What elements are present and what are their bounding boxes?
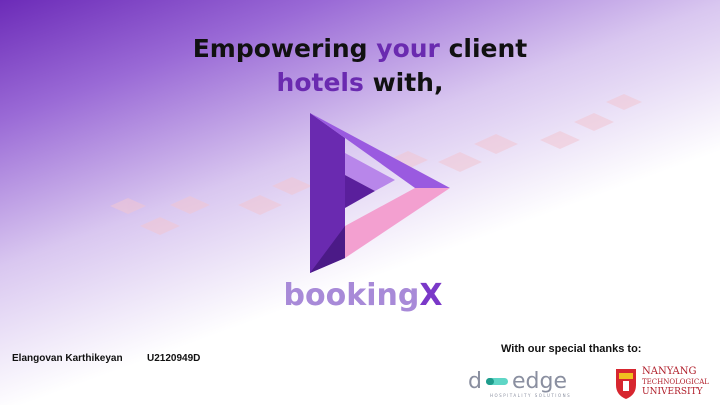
brand-wordmark: bookingX [283, 278, 443, 313]
bookingx-logo-icon [310, 113, 450, 273]
ntu-wordmark: NANYANG TECHNOLOGICAL UNIVERSITY [642, 366, 709, 398]
headline-accent-hotels: hotels [276, 68, 364, 97]
headline-accent-your: your [376, 34, 440, 63]
student-id: U2120949D [147, 353, 201, 364]
headline-line-1: Empowering your client [192, 34, 528, 63]
brand-x: X [419, 278, 443, 313]
author-name: Elangovan Karthikeyan [12, 353, 123, 364]
headline-line-2: hotels with, [276, 68, 444, 97]
ntu-crest-icon [616, 369, 636, 399]
svg-text:edge: edge [512, 369, 567, 394]
thanks-label: With our special thanks to: [501, 343, 642, 355]
svg-text:d: d [468, 369, 482, 394]
dedge-tagline: HOSPITALITY SOLUTIONS [490, 393, 572, 398]
